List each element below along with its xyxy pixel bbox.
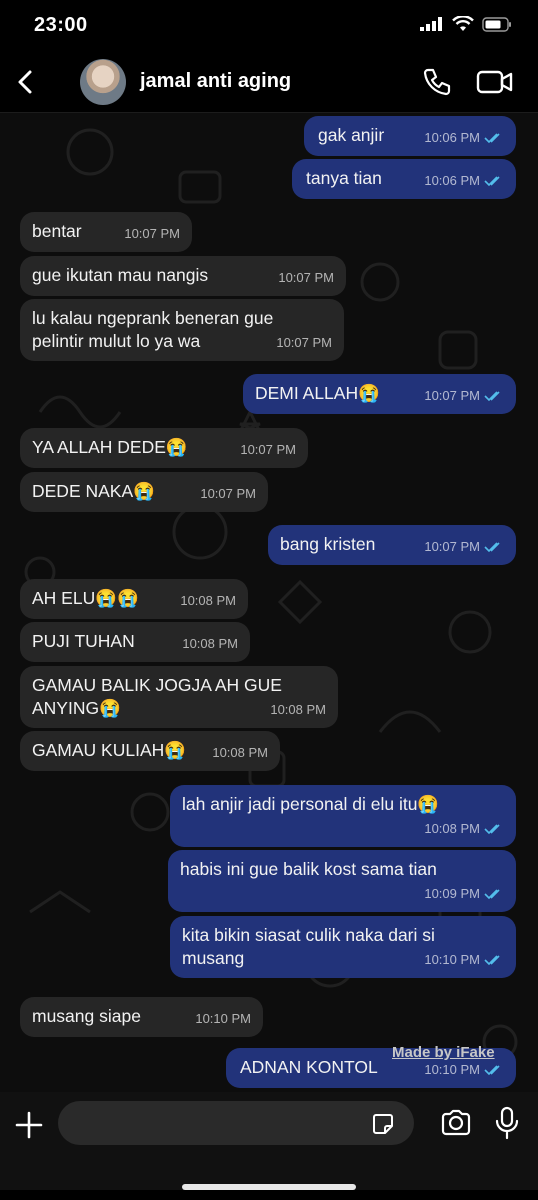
message-bubble-outgoing[interactable]: lah anjir jadi personal di elu itu😭 10:0…: [170, 785, 516, 847]
message-text: habis ini gue balik kost sama tian: [180, 859, 437, 879]
message-text: lah anjir jadi personal di elu itu😭: [182, 794, 440, 814]
message-bubble-outgoing[interactable]: DEMI ALLAH😭 10:07 PM: [243, 374, 516, 414]
message-meta: 10:06 PM: [424, 169, 504, 192]
camera-icon[interactable]: [440, 1108, 472, 1138]
message-bubble-outgoing[interactable]: gak anjir 10:06 PM: [304, 116, 516, 156]
message-time: 10:07 PM: [240, 442, 296, 457]
message-bubble-incoming[interactable]: musang siape 10:10 PM: [20, 997, 263, 1037]
message-text: GAMAU KULIAH😭: [32, 740, 187, 760]
message-text: musang siape: [32, 1006, 141, 1026]
message-bubble-incoming[interactable]: YA ALLAH DEDE😭 10:07 PM: [20, 428, 308, 468]
message-meta: 10:07 PM: [124, 222, 180, 245]
message-meta: 10:08 PM: [212, 741, 268, 764]
message-time: 10:08 PM: [180, 593, 236, 608]
status-bar: 23:00: [0, 0, 538, 52]
message-time: 10:08 PM: [270, 702, 326, 717]
message-bubble-outgoing[interactable]: bang kristen 10:07 PM: [268, 525, 516, 565]
message-time: 10:08 PM: [424, 821, 480, 836]
microphone-icon[interactable]: [494, 1106, 520, 1140]
message-text: DEMI ALLAH😭: [255, 383, 380, 403]
status-icons: [420, 16, 512, 32]
message-time: 10:06 PM: [424, 173, 480, 188]
message-text: tanya tian: [306, 168, 382, 188]
message-bubble-outgoing[interactable]: tanya tian 10:06 PM: [292, 159, 516, 199]
message-meta: 10:07 PM: [424, 535, 504, 558]
message-bubble-outgoing[interactable]: kita bikin siasat culik naka dari si mus…: [170, 916, 516, 978]
wifi-icon: [452, 16, 474, 31]
plus-icon[interactable]: [14, 1110, 44, 1140]
message-text: YA ALLAH DEDE😭: [32, 437, 188, 457]
message-meta: 10:10 PM: [424, 1058, 504, 1081]
message-text: ADNAN KONTOL: [240, 1057, 378, 1077]
message-bubble-incoming[interactable]: GAMAU BALIK JOGJA AH GUE ANYING😭 10:08 P…: [20, 666, 338, 728]
chat-header: jamal anti aging: [0, 52, 538, 113]
message-text: GAMAU BALIK JOGJA AH GUE ANYING😭: [32, 675, 282, 718]
message-bubble-incoming[interactable]: bentar 10:07 PM: [20, 212, 192, 252]
message-time: 10:07 PM: [124, 226, 180, 241]
read-ticks-icon: [484, 1064, 500, 1075]
video-camera-icon[interactable]: [476, 68, 514, 96]
contact-name[interactable]: jamal anti aging: [140, 70, 291, 93]
message-text: lu kalau ngeprank beneran gue pelintir m…: [32, 308, 274, 351]
message-text: bang kristen: [280, 534, 376, 554]
message-text: gak anjir: [318, 125, 385, 145]
message-bubble-incoming[interactable]: lu kalau ngeprank beneran gue pelintir m…: [20, 299, 344, 361]
message-meta: 10:08 PM: [180, 589, 236, 612]
read-ticks-icon: [484, 175, 500, 186]
read-ticks-icon: [484, 132, 500, 143]
message-text: kita bikin siasat culik naka dari si mus…: [182, 925, 435, 968]
message-text: bentar: [32, 221, 82, 241]
message-time: 10:10 PM: [424, 1062, 480, 1077]
message-meta: 10:07 PM: [278, 266, 334, 289]
chevron-left-icon[interactable]: [12, 66, 40, 98]
read-ticks-icon: [484, 823, 500, 834]
status-time: 23:00: [34, 14, 88, 36]
message-meta: 10:07 PM: [424, 384, 504, 407]
avatar[interactable]: [80, 59, 126, 105]
message-time: 10:10 PM: [195, 1011, 251, 1026]
message-bubble-incoming[interactable]: GAMAU KULIAH😭 10:08 PM: [20, 731, 280, 771]
message-meta: 10:07 PM: [240, 438, 296, 461]
message-text: AH ELU😭😭: [32, 588, 139, 608]
cellular-signal-icon: [420, 17, 442, 31]
read-ticks-icon: [484, 954, 500, 965]
message-bubble-incoming[interactable]: AH ELU😭😭 10:08 PM: [20, 579, 248, 619]
read-ticks-icon: [484, 541, 500, 552]
message-meta: 10:08 PM: [424, 817, 504, 840]
phone-icon[interactable]: [420, 66, 452, 98]
message-meta: 10:08 PM: [182, 632, 238, 655]
message-bubble-incoming[interactable]: DEDE NAKA😭 10:07 PM: [20, 472, 268, 512]
message-time: 10:07 PM: [276, 335, 332, 350]
message-time: 10:07 PM: [424, 388, 480, 403]
battery-icon: [482, 16, 511, 32]
message-time: 10:07 PM: [200, 486, 256, 501]
message-time: 10:06 PM: [424, 130, 480, 145]
message-time: 10:10 PM: [424, 952, 480, 967]
bottom-edge: [0, 1190, 538, 1200]
message-bubble-incoming[interactable]: gue ikutan mau nangis 10:07 PM: [20, 256, 346, 296]
message-bubble-outgoing[interactable]: habis ini gue balik kost sama tian 10:09…: [168, 850, 516, 912]
message-meta: 10:06 PM: [424, 126, 504, 149]
message-text: gue ikutan mau nangis: [32, 265, 209, 285]
message-time: 10:07 PM: [278, 270, 334, 285]
message-time: 10:08 PM: [212, 745, 268, 760]
message-text: PUJI TUHAN: [32, 631, 135, 651]
message-input[interactable]: [58, 1101, 414, 1145]
message-text: DEDE NAKA😭: [32, 481, 155, 501]
read-ticks-icon: [484, 888, 500, 899]
message-time: 10:07 PM: [424, 539, 480, 554]
message-meta: 10:07 PM: [276, 331, 332, 354]
message-meta: 10:08 PM: [270, 698, 326, 721]
read-ticks-icon: [484, 390, 500, 401]
sticker-icon[interactable]: [372, 1113, 394, 1135]
message-meta: 10:09 PM: [424, 882, 504, 905]
message-time: 10:09 PM: [424, 886, 480, 901]
message-meta: 10:10 PM: [424, 948, 504, 971]
message-meta: 10:10 PM: [195, 1007, 251, 1030]
message-time: 10:08 PM: [182, 636, 238, 651]
message-bubble-incoming[interactable]: PUJI TUHAN 10:08 PM: [20, 622, 250, 662]
message-meta: 10:07 PM: [200, 482, 256, 505]
watermark: Made by iFake: [392, 1044, 495, 1061]
